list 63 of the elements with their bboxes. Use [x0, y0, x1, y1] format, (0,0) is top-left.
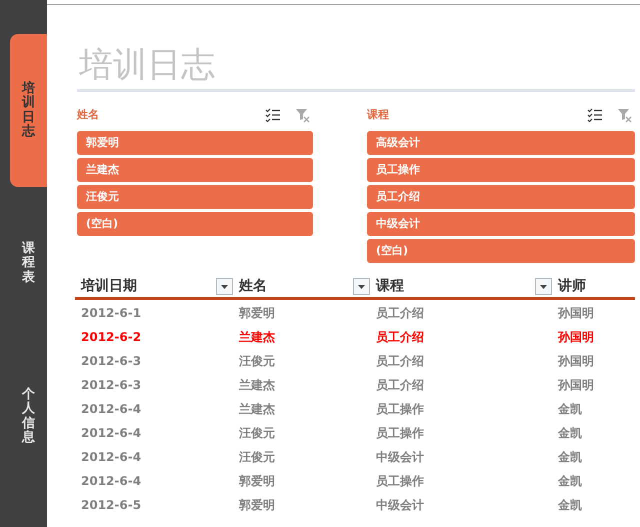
table-cell: 兰建杰: [239, 330, 275, 344]
filter-dropdown[interactable]: [353, 278, 370, 295]
table-cell: 金凯: [558, 474, 582, 488]
slicer-item[interactable]: (空白): [367, 239, 635, 263]
slicer-item[interactable]: 中级会计: [367, 212, 635, 236]
column-header: 讲师: [556, 277, 586, 296]
slicer-header: 课程: [367, 106, 390, 123]
table-cell: 员工介绍: [376, 378, 424, 392]
table-cell: 汪俊元: [239, 450, 275, 464]
slicer-item[interactable]: 高级会计: [367, 131, 635, 155]
table-cell: 孙国明: [558, 378, 594, 392]
table-cell: 郭爱明: [239, 306, 275, 320]
table-cell: 员工操作: [376, 426, 424, 440]
table-cell: 2012-6-4: [81, 474, 142, 488]
table-cell: 郭爱明: [239, 498, 275, 512]
table-cell: 2012-6-3: [81, 354, 142, 368]
caret-icon: [358, 284, 365, 288]
filter-dropdown[interactable]: [535, 278, 552, 295]
filter-dropdown[interactable]: [216, 278, 233, 295]
column-header: 培训日期: [80, 276, 137, 296]
slicer-item[interactable]: 兰建杰: [77, 158, 313, 182]
table-cell: 2012-6-1: [81, 306, 142, 320]
table-cell: 员工介绍: [376, 354, 424, 368]
multi-select-icon[interactable]: [587, 108, 603, 122]
slicer-item[interactable]: 郭爱明: [77, 131, 313, 155]
page-title: 培训日志: [78, 44, 216, 87]
slicer-item[interactable]: 汪俊元: [77, 185, 313, 209]
table-cell: 孙国明: [558, 306, 594, 320]
table-cell: 中级会计: [376, 450, 424, 464]
sidebar-tab[interactable]: 课程表: [10, 187, 47, 340]
table-cell: 金凯: [558, 450, 582, 464]
table-cell: 员工操作: [376, 402, 424, 416]
table-cell: 金凯: [558, 402, 582, 416]
slicer-item[interactable]: 员工操作: [367, 158, 635, 182]
table-cell: 2012-6-2: [81, 330, 142, 344]
table-cell: 2012-6-4: [81, 402, 142, 416]
table-cell: 2012-6-5: [81, 498, 142, 512]
table-cell: 2012-6-4: [81, 450, 142, 464]
column-header: 课程: [374, 277, 404, 296]
table-cell: 员工操作: [376, 474, 424, 488]
table-cell: 2012-6-4: [81, 426, 142, 440]
table-cell: 员工介绍: [376, 306, 424, 320]
table-cell: 汪俊元: [239, 426, 275, 440]
caret-icon: [540, 284, 547, 288]
table-cell: 金凯: [558, 498, 582, 512]
slicer-header: 姓名: [77, 106, 100, 123]
table-cell: 员工介绍: [376, 330, 424, 344]
table-cell: 兰建杰: [239, 402, 275, 416]
table-cell: 孙国明: [558, 354, 594, 368]
table-cell: 郭爱明: [239, 474, 275, 488]
table-cell: 中级会计: [376, 498, 424, 512]
sidebar-tab[interactable]: 培训日志: [10, 34, 47, 187]
table-cell: 兰建杰: [239, 378, 275, 392]
table-cell: 孙国明: [558, 330, 594, 344]
table-cell: 汪俊元: [239, 354, 275, 368]
caret-icon: [221, 284, 228, 288]
sidebar-tab[interactable]: 个人信息: [10, 340, 47, 493]
column-header: 姓名: [238, 277, 267, 296]
slicer-item[interactable]: (空白): [77, 212, 313, 236]
slicer-item[interactable]: 员工介绍: [367, 185, 635, 209]
multi-select-icon[interactable]: [265, 108, 281, 122]
table-cell: 2012-6-3: [81, 378, 142, 392]
table-cell: 金凯: [558, 426, 582, 440]
